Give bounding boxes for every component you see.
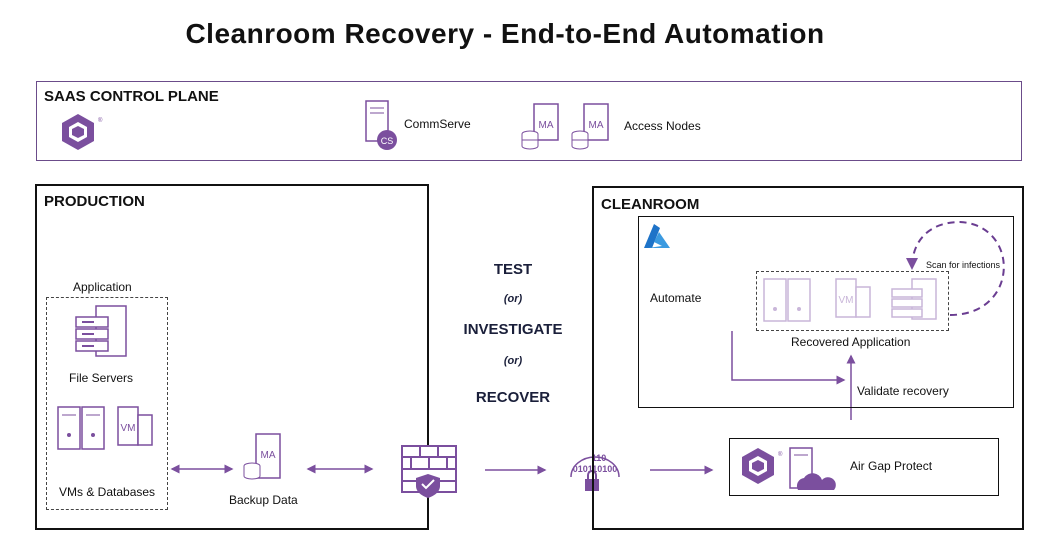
validate-recovery-label: Validate recovery <box>857 384 949 398</box>
automate-label: Automate <box>650 291 702 305</box>
recovered-servers-icon: VM <box>763 278 937 322</box>
air-gap-protect-icon: ® <box>742 447 836 490</box>
azure-logo-icon <box>644 224 670 248</box>
recovered-application-label: Recovered Application <box>791 335 911 349</box>
scan-for-infections-label: Scan for infections <box>926 260 1001 270</box>
cleanroom-label: CLEANROOM <box>601 196 700 213</box>
air-gap-protect-label: Air Gap Protect <box>850 459 933 473</box>
svg-text:VM: VM <box>839 295 854 306</box>
svg-text:®: ® <box>778 451 783 458</box>
